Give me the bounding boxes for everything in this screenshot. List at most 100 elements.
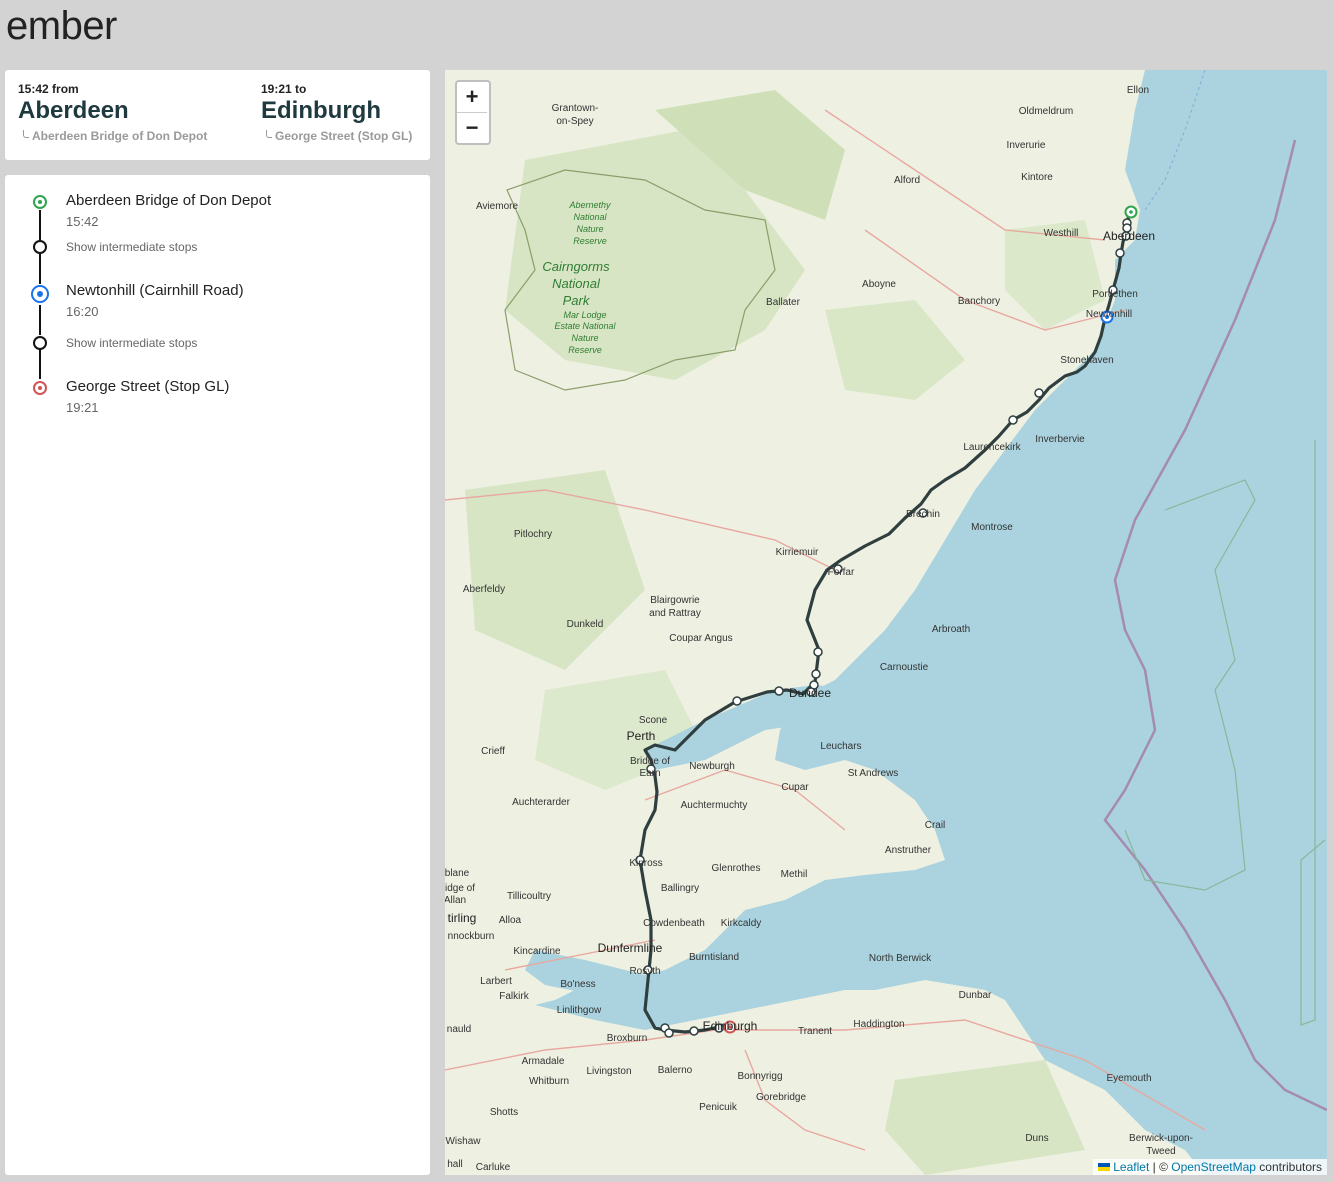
place-label: Bonnyrigg bbox=[737, 1071, 782, 1082]
place-label: Rosyth bbox=[629, 966, 660, 977]
place-label: Newburgh bbox=[689, 761, 735, 772]
place-label: Leuchars bbox=[820, 741, 861, 752]
route-stop[interactable] bbox=[1034, 388, 1044, 398]
place-label: Grantown- bbox=[552, 103, 599, 114]
place-label: Alloa bbox=[499, 915, 522, 926]
departure-time: 15:42 from bbox=[18, 82, 79, 96]
destination-stop: George Street (Stop GL) bbox=[261, 129, 412, 143]
place-label: Allan bbox=[445, 895, 466, 906]
place-label: Scone bbox=[639, 715, 668, 726]
park-label: Park bbox=[563, 293, 591, 308]
place-label: Penicuik bbox=[699, 1102, 738, 1113]
place-label: Crail bbox=[925, 820, 946, 831]
route-line bbox=[39, 254, 41, 284]
place-label: tirling bbox=[448, 911, 477, 925]
place-label: Haddington bbox=[853, 1019, 904, 1030]
route-line bbox=[39, 349, 41, 379]
place-label: Inverbervie bbox=[1035, 434, 1085, 445]
place-label: blane bbox=[445, 868, 470, 879]
place-label: Auchtermuchty bbox=[681, 800, 748, 811]
place-label: Ballater bbox=[766, 297, 801, 308]
stop-name: George Street (Stop GL) bbox=[66, 378, 230, 395]
place-label: Aboyne bbox=[862, 279, 896, 290]
route-line bbox=[39, 210, 41, 240]
app-brand: ember bbox=[6, 4, 117, 48]
route-stop[interactable] bbox=[689, 1026, 699, 1036]
route-stop[interactable] bbox=[774, 686, 784, 696]
show-intermediate-stops-link[interactable]: Show intermediate stops bbox=[66, 336, 197, 350]
place-label: Dunbar bbox=[959, 990, 992, 1001]
route-map[interactable]: Ellon Oldmeldrum Inverurie Kintore Alfor… bbox=[445, 70, 1327, 1175]
trip-origin: 15:42 from Aberdeen Aberdeen Bridge of D… bbox=[18, 82, 207, 143]
place-label: Livingston bbox=[586, 1066, 631, 1077]
park-label: Nature bbox=[576, 224, 603, 234]
place-label: Kinross bbox=[629, 858, 662, 869]
place-label: Cupar bbox=[781, 782, 809, 793]
place-label: Earn bbox=[639, 768, 660, 779]
place-label: Kirkcaldy bbox=[721, 918, 762, 929]
place-label: Tillicoultry bbox=[507, 891, 551, 902]
place-label: Aviemore bbox=[476, 201, 518, 212]
place-label: Bo'ness bbox=[560, 979, 595, 990]
park-label: Cairngorms bbox=[542, 259, 610, 274]
trip-summary: 15:42 from Aberdeen Aberdeen Bridge of D… bbox=[5, 70, 430, 160]
place-label: Auchterarder bbox=[512, 797, 570, 808]
hook-icon bbox=[23, 130, 29, 138]
map-attribution: Leaflet | © OpenStreetMap contributors bbox=[1093, 1159, 1327, 1175]
place-label: Brechin bbox=[906, 509, 940, 520]
openstreetmap-link[interactable]: OpenStreetMap bbox=[1171, 1160, 1256, 1174]
zoom-control: + − bbox=[455, 80, 491, 145]
place-label: Ellon bbox=[1127, 85, 1149, 96]
place-label: Portlethen bbox=[1092, 289, 1138, 300]
place-label: Balerno bbox=[658, 1065, 693, 1076]
place-label: Glenrothes bbox=[712, 863, 761, 874]
zoom-out-button[interactable]: − bbox=[457, 113, 487, 143]
origin-stop-label: Aberdeen Bridge of Don Depot bbox=[32, 129, 208, 143]
route-stop[interactable] bbox=[813, 647, 823, 657]
place-label: Crieff bbox=[481, 746, 505, 757]
map-canvas: Ellon Oldmeldrum Inverurie Kintore Alfor… bbox=[445, 70, 1327, 1175]
place-label: and Rattray bbox=[649, 608, 701, 619]
origin-city: Aberdeen bbox=[18, 97, 129, 124]
leaflet-link[interactable]: Leaflet bbox=[1113, 1160, 1149, 1174]
place-label: Kirriemuir bbox=[776, 547, 819, 558]
place-label: St Andrews bbox=[848, 768, 899, 779]
show-intermediate-stops-link[interactable]: Show intermediate stops bbox=[66, 240, 197, 254]
place-label: Perth bbox=[627, 729, 656, 743]
place-label: Newtonhill bbox=[1086, 309, 1132, 320]
route-stop[interactable] bbox=[811, 669, 821, 679]
boarding-stop-marker bbox=[31, 285, 49, 303]
attribution-separator: | © bbox=[1149, 1160, 1172, 1174]
place-label: Westhill bbox=[1044, 228, 1079, 239]
route-stop[interactable] bbox=[732, 696, 742, 706]
place-label: Pitlochry bbox=[514, 529, 552, 540]
attribution-suffix: contributors bbox=[1255, 1160, 1322, 1174]
zoom-in-button[interactable]: + bbox=[457, 82, 487, 113]
intermediate-stops-marker bbox=[33, 336, 47, 350]
stop-name: Newtonhill (Cairnhill Road) bbox=[66, 282, 244, 299]
origin-map-marker[interactable] bbox=[1124, 205, 1138, 219]
route-stop[interactable] bbox=[664, 1028, 674, 1038]
place-label: Arbroath bbox=[932, 624, 970, 635]
place-label: Linlithgow bbox=[557, 1005, 602, 1016]
place-label: Dunkeld bbox=[567, 619, 604, 630]
route-stop[interactable] bbox=[1008, 415, 1018, 425]
route-stop[interactable] bbox=[1115, 248, 1125, 258]
park-label: Estate National bbox=[554, 321, 616, 331]
place-label: Tranent bbox=[798, 1026, 832, 1037]
park-label: Reserve bbox=[568, 345, 602, 355]
place-label: nauld bbox=[447, 1024, 471, 1035]
park-label: Reserve bbox=[573, 236, 607, 246]
place-label: Alford bbox=[894, 175, 920, 186]
place-label: Berwick-upon- bbox=[1129, 1133, 1193, 1144]
place-label: Duns bbox=[1025, 1133, 1048, 1144]
itinerary-panel: Aberdeen Bridge of Don Depot 15:42 Show … bbox=[5, 175, 430, 1175]
place-label: on-Spey bbox=[556, 116, 593, 127]
stop-time: 19:21 bbox=[66, 400, 99, 415]
place-label: Burntisland bbox=[689, 952, 739, 963]
place-label: Anstruther bbox=[885, 845, 932, 856]
place-label: Carnoustie bbox=[880, 662, 929, 673]
route-line bbox=[39, 305, 41, 335]
place-label: Armadale bbox=[522, 1056, 565, 1067]
trip-destination: 19:21 to Edinburgh George Street (Stop G… bbox=[261, 82, 412, 143]
